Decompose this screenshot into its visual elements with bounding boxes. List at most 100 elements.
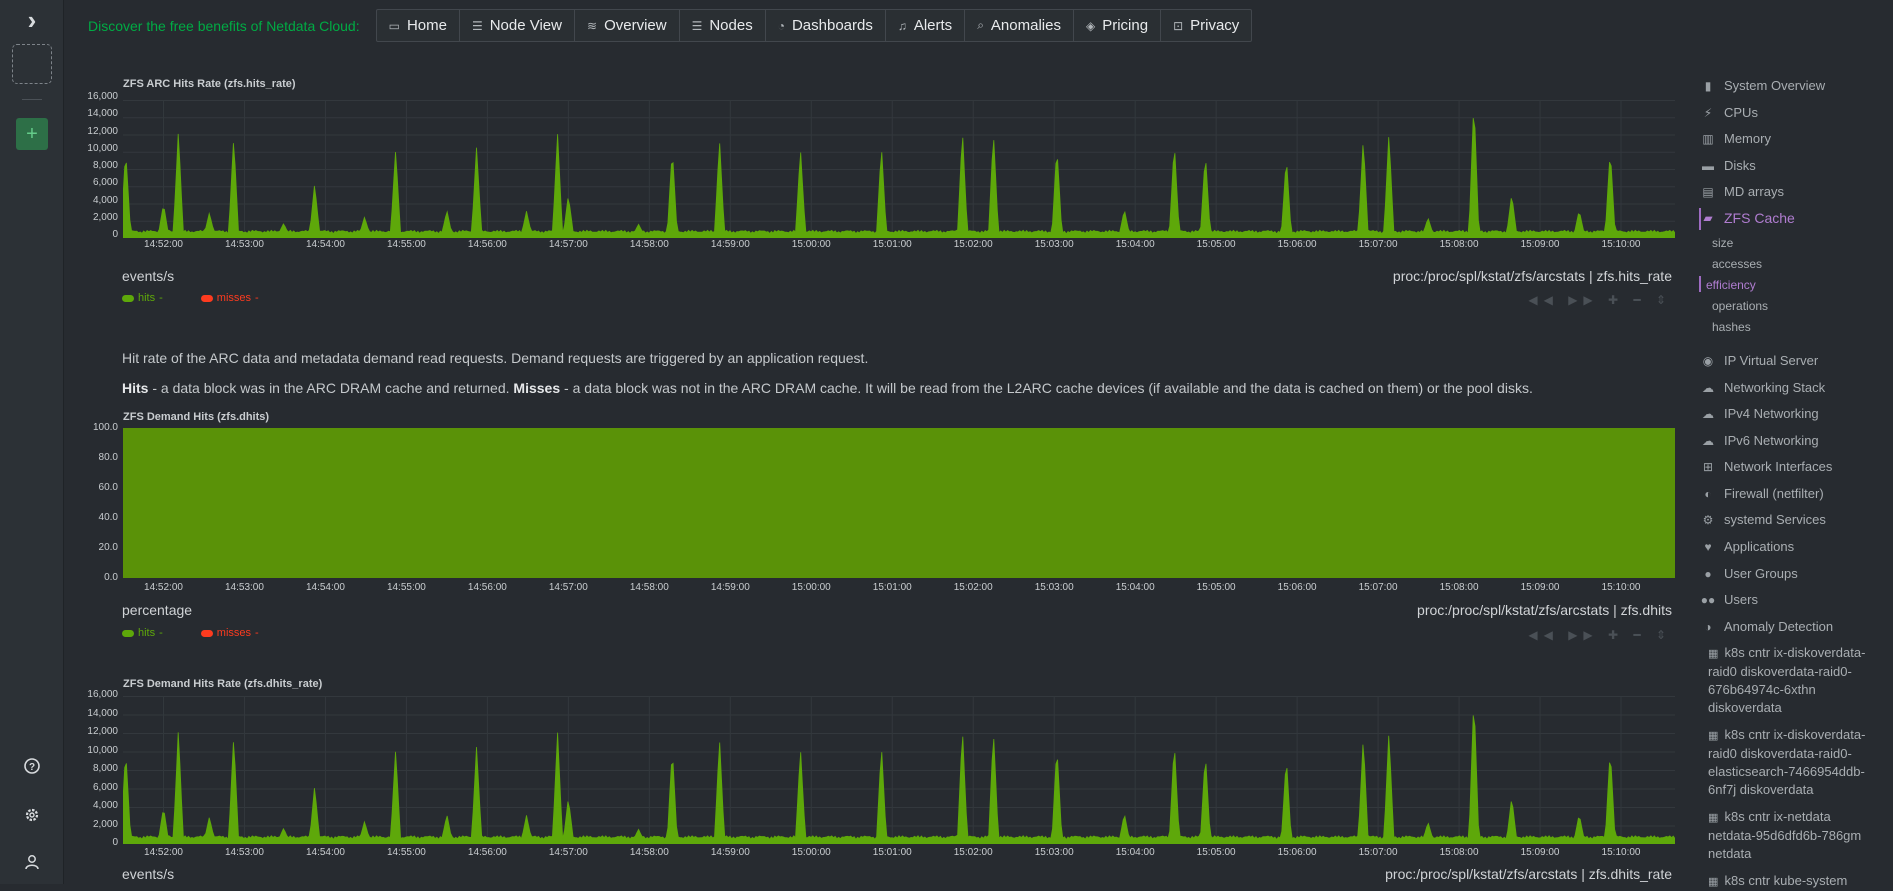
misses-term: Misses — [513, 380, 561, 396]
submenu-accesses[interactable]: accesses — [1712, 257, 1762, 271]
chevron-right-icon[interactable]: › — [12, 0, 52, 40]
y-tick-label: 20.0 — [98, 542, 118, 553]
chart-toolbox[interactable]: ◀◀ ▶▶ ✚ ━ ⇕ — [1528, 628, 1672, 642]
x-tick-label: 15:03:00 — [1034, 847, 1074, 858]
menu-label: systemd Services — [1724, 512, 1826, 527]
menu-label: System Overview — [1724, 78, 1826, 93]
submenu-hashes[interactable]: hashes — [1712, 320, 1751, 334]
x-tick-label: 14:55:00 — [386, 582, 426, 593]
menu-item-k8s-container[interactable]: ▦ k8s cntr ix-diskoverdata-raid0 diskove… — [1708, 644, 1878, 717]
menu-item-users[interactable]: ●● Users — [1700, 592, 1758, 607]
nav-button-group: ▭ Home ☰ Node View ≋ Overview ☰ Nodes ◔ Dashb… — [375, 9, 1253, 42]
menu-item-zfs-cache[interactable]: ▰ ZFS Cache — [1700, 210, 1794, 226]
nav-pricing-button[interactable]: ◈ Pricing — [1074, 10, 1162, 41]
x-tick-label: 14:56:00 — [467, 847, 507, 858]
menu-item-k8s-container[interactable]: ▦ k8s cntr kube-system — [1708, 872, 1878, 891]
menu-item-ip-virtual-server[interactable]: ◉ IP Virtual Server — [1700, 353, 1818, 368]
chart-toolbox[interactable]: ◀◀ ▶▶ ✚ ━ ⇕ — [1528, 293, 1672, 307]
svg-text:?: ? — [29, 762, 35, 773]
menu-label: Firewall (netfilter) — [1724, 486, 1824, 501]
y-tick-label: 100.0 — [92, 422, 118, 433]
user-icon[interactable] — [12, 842, 52, 882]
chart-context: proc:/proc/spl/kstat/zfs/arcstats | zfs.… — [1417, 602, 1672, 618]
nav-label: Pricing — [1102, 17, 1149, 34]
menu-item-disks[interactable]: ▬ Disks — [1700, 158, 1756, 173]
legend-misses[interactable]: misses - — [200, 627, 259, 639]
chart-zfs-dhits-rate[interactable]: ZFS Demand Hits Rate (zfs.dhits_rate) 16… — [87, 676, 1682, 884]
chart-zfs-hits-rate[interactable]: ZFS ARC Hits Rate (zfs.hits_rate) 16,000… — [87, 75, 1682, 315]
menu-item-firewall[interactable]: ◐ Firewall (netfilter) — [1700, 486, 1824, 501]
add-space-button[interactable]: + — [16, 118, 48, 150]
x-tick-label: 15:02:00 — [953, 847, 993, 858]
x-tick-label: 14:56:00 — [467, 582, 507, 593]
chart-plot-area[interactable] — [123, 696, 1675, 844]
x-tick-label: 14:52:00 — [144, 582, 183, 593]
x-tick-label: 14:56:00 — [467, 239, 507, 250]
x-tick-label: 14:53:00 — [224, 582, 264, 593]
x-tick-label: 15:00:00 — [791, 847, 831, 858]
gear-icon[interactable] — [12, 795, 52, 835]
x-tick-label: 14:57:00 — [548, 239, 588, 250]
menu-label: Users — [1724, 592, 1758, 607]
menu-item-ipv6-networking[interactable]: ☁ IPv6 Networking — [1700, 433, 1819, 448]
menu-item-network-interfaces[interactable]: ⊞ Network Interfaces — [1700, 459, 1832, 474]
nav-alerts-button[interactable]: ♫ Alerts — [886, 10, 966, 41]
x-tick-label: 15:10:00 — [1601, 239, 1641, 250]
nav-anomalies-button[interactable]: ⌕ Anomalies — [965, 10, 1074, 41]
menu-item-user-groups[interactable]: ● User Groups — [1700, 566, 1797, 581]
nav-node-view-button[interactable]: ☰ Node View — [460, 10, 575, 41]
legend-hits[interactable]: hits - — [122, 292, 163, 304]
series-hits-area — [123, 715, 1675, 844]
x-tick-label: 14:53:00 — [224, 239, 264, 250]
help-icon[interactable]: ? — [12, 746, 52, 786]
menu-item-cpus[interactable]: ⚡ CPUs — [1700, 105, 1758, 120]
top-navigation: Discover the free benefits of Netdata Cl… — [88, 9, 1253, 42]
disk-icon: ▬ — [1702, 158, 1714, 173]
nav-label: Node View — [489, 17, 562, 34]
chart-plot-area[interactable] — [123, 100, 1675, 238]
menu-item-k8s-container[interactable]: ▦ k8s cntr ix-diskoverdata-raid0 diskove… — [1708, 726, 1878, 799]
submenu-size[interactable]: size — [1712, 236, 1733, 250]
x-tick-label: 15:08:00 — [1439, 239, 1479, 250]
active-sub-indicator — [1699, 276, 1701, 292]
x-tick-label: 15:08:00 — [1439, 847, 1479, 858]
submenu-efficiency[interactable]: efficiency — [1706, 278, 1756, 292]
legend-misses[interactable]: misses - — [200, 292, 259, 304]
menu-item-applications[interactable]: ♥ Applications — [1700, 539, 1794, 554]
legend-hits[interactable]: hits - — [122, 627, 163, 639]
menu-item-memory[interactable]: ▥ Memory — [1700, 131, 1771, 146]
menu-item-ipv4-networking[interactable]: ☁ IPv4 Networking — [1700, 406, 1819, 421]
x-tick-label: 15:05:00 — [1196, 847, 1236, 858]
nav-label: Dashboards — [791, 17, 873, 34]
nav-home-button[interactable]: ▭ Home — [377, 10, 460, 41]
menu-item-systemd-services[interactable]: ⚙ systemd Services — [1700, 512, 1826, 527]
x-tick-label: 15:02:00 — [953, 582, 993, 593]
legend-swatch — [200, 294, 213, 302]
grid-icon: ▦ — [1708, 648, 1725, 660]
menu-item-networking-stack[interactable]: ☁ Networking Stack — [1700, 380, 1825, 395]
chart-plot-area[interactable] — [123, 428, 1675, 578]
nav-dashboards-button[interactable]: ◔ Dashboards — [766, 10, 886, 41]
y-tick-label: 8,000 — [92, 763, 118, 774]
cloud-icon: ☁ — [1702, 406, 1714, 421]
menu-item-k8s-container[interactable]: ▦ k8s cntr ix-netdata netdata-95d6dfd6b-… — [1708, 808, 1878, 863]
users-icon: ●● — [1700, 592, 1716, 607]
hits-term: Hits — [122, 380, 149, 396]
chart-legend: hits - misses - — [122, 292, 259, 304]
menu-item-md-arrays[interactable]: ▤ MD arrays — [1700, 184, 1784, 199]
legend-label: misses — [216, 627, 252, 639]
nav-overview-button[interactable]: ≋ Overview — [575, 10, 680, 41]
hits-definition: - a data block was in the ARC DRAM cache… — [148, 380, 514, 396]
chart-zfs-dhits[interactable]: ZFS Demand Hits (zfs.dhits) 100.0 80.0 60.… — [88, 411, 1682, 651]
x-tick-label: 14:58:00 — [629, 847, 669, 858]
menu-item-anomaly-detection[interactable]: ◑ Anomaly Detection — [1700, 619, 1833, 634]
nav-privacy-button[interactable]: ⊡ Privacy — [1161, 10, 1251, 41]
space-placeholder[interactable] — [12, 44, 52, 84]
y-tick-label: 80.0 — [98, 452, 118, 463]
series-hits-area — [123, 428, 1675, 578]
nav-nodes-button[interactable]: ☰ Nodes — [680, 10, 766, 41]
submenu-operations[interactable]: operations — [1712, 299, 1768, 313]
raid-icon: ▤ — [1702, 184, 1714, 199]
x-tick-label: 15:07:00 — [1358, 582, 1398, 593]
menu-item-system-overview[interactable]: ▮ System Overview — [1700, 78, 1825, 93]
